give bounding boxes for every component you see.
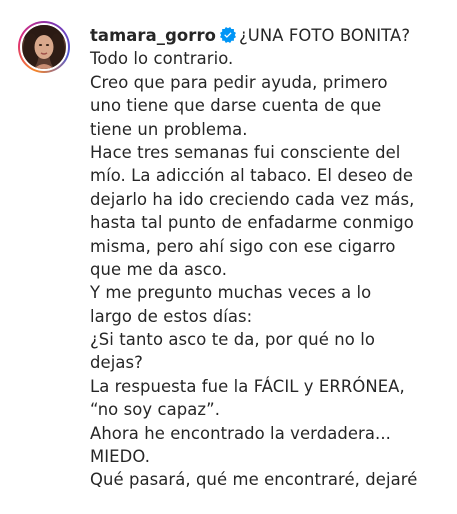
caption-line: tiene un problema.: [90, 119, 248, 139]
caption-line: misma, pero ahí sigo con ese cigarro: [90, 236, 396, 256]
caption-line: Hace tres semanas fui consciente del: [90, 142, 401, 162]
caption-line: Creo que para pedir ayuda, primero: [90, 72, 388, 92]
caption-line: MIEDO.: [90, 447, 150, 467]
caption-line: mío. La adicción al tabaco. El deseo de: [90, 166, 414, 186]
caption-line: que me da asco.: [90, 259, 228, 279]
verified-badge-icon: [220, 27, 236, 43]
caption-line: Qué pasará, qué me encontraré, dejaré: [90, 470, 418, 490]
caption-line: ¿Si tanto asco te da, por qué no lo: [90, 330, 375, 350]
caption-line: dejas?: [90, 353, 143, 373]
caption-line: dejarlo ha ido creciendo cada vez más,: [90, 189, 415, 209]
caption-line: Y me pregunto muchas veces a lo: [90, 283, 372, 303]
caption-line: hasta tal punto de enfadarme conmigo: [90, 213, 414, 233]
caption-line: La respuesta fue la FÁCIL y ERRÓNEA,: [90, 376, 405, 396]
avatar[interactable]: [20, 23, 68, 71]
caption-text: tamara_gorro ¿UNA FOTO BONITA? Todo lo co…: [90, 24, 456, 492]
caption-line: uno tiene que darse cuenta de que: [90, 96, 382, 116]
caption-line: Ahora he encontrado la verdadera...: [90, 423, 391, 443]
post-caption: tamara_gorro ¿UNA FOTO BONITA? Todo lo co…: [0, 0, 457, 514]
username-link[interactable]: tamara_gorro: [90, 26, 216, 45]
caption-line-text: ¿UNA FOTO BONITA?: [239, 26, 411, 45]
profile-photo: [22, 25, 66, 69]
caption-line: “no soy capaz”.: [90, 400, 221, 420]
caption-line: Todo lo contrario.: [90, 49, 234, 69]
caption-line: largo de estos días:: [90, 306, 253, 326]
caption-line: tamara_gorro ¿UNA FOTO BONITA?: [90, 24, 456, 47]
